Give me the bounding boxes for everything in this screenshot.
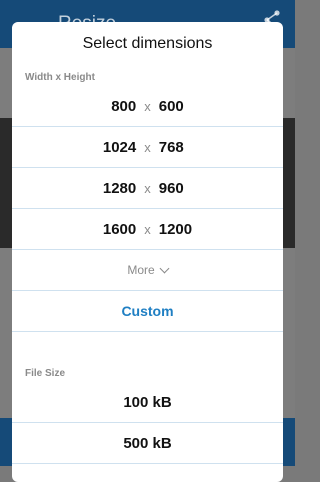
dimension-option-1024x768[interactable]: 1024 x 768 xyxy=(12,127,283,168)
file-size-option-100kb[interactable]: 100 kB xyxy=(12,382,283,423)
dimensions-section-label: Width x Height xyxy=(25,72,95,83)
select-dimensions-dialog: Select dimensions Width x Height 800 x 6… xyxy=(12,22,283,482)
dimension-height: 1200 xyxy=(158,220,193,238)
custom-label: Custom xyxy=(121,303,174,319)
dimension-width: 1600 xyxy=(102,220,137,238)
dimension-height: 960 xyxy=(158,179,184,197)
dimension-separator: x xyxy=(144,180,151,196)
file-size-value: 500 kB xyxy=(123,434,172,452)
dialog-title: Select dimensions xyxy=(82,35,213,52)
dimension-option-1280x960[interactable]: 1280 x 960 xyxy=(12,168,283,209)
more-label: More xyxy=(127,263,155,277)
file-size-option-500kb[interactable]: 500 kB xyxy=(12,423,283,464)
dimension-width: 1024 xyxy=(102,138,137,156)
dimension-height: 768 xyxy=(158,138,184,156)
dimension-separator: x xyxy=(144,139,151,155)
custom-button[interactable]: Custom xyxy=(12,291,283,332)
chevron-down-icon xyxy=(159,263,170,273)
file-size-value: 100 kB xyxy=(123,393,172,411)
dimension-option-1600x1200[interactable]: 1600 x 1200 xyxy=(12,209,283,250)
dimension-separator: x xyxy=(144,98,151,114)
dimension-height: 600 xyxy=(158,97,184,115)
dimension-separator: x xyxy=(144,221,151,237)
dimension-width: 800 xyxy=(111,97,137,115)
dimension-width: 1280 xyxy=(102,179,137,197)
file-size-section-label: File Size xyxy=(25,368,66,379)
more-button[interactable]: More xyxy=(12,250,283,291)
dimension-option-800x600[interactable]: 800 x 600 xyxy=(12,86,283,127)
